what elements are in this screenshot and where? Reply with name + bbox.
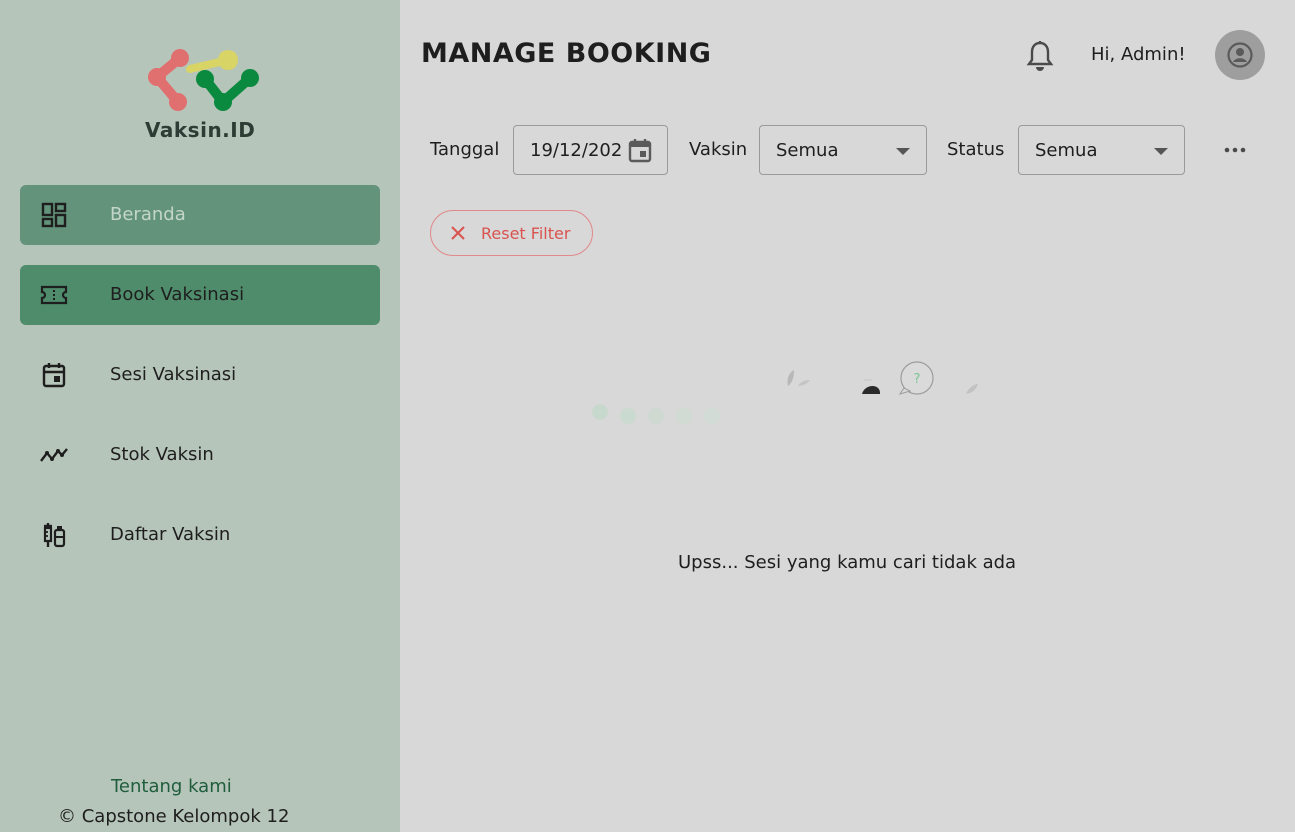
more-options-button[interactable] [1220,140,1250,160]
ticket-icon [40,285,68,305]
vaksin-id-logo[interactable]: Vaksin.ID [140,44,265,144]
dashboard-icon [41,202,67,228]
empty-state-illustration-icon: ? [787,361,978,395]
molecule-logo-icon [148,49,259,111]
reset-filter-button[interactable]: Reset Filter [430,210,593,256]
calendar-icon[interactable] [627,138,653,164]
about-us-link[interactable]: Tentang kami [111,776,232,797]
date-filter-label: Tanggal [430,139,500,160]
sidebar-item-sesi-vaksinasi[interactable]: Sesi Vaksinasi [20,345,380,405]
user-greeting: Hi, Admin! [1091,44,1186,65]
chevron-down-icon [1154,148,1168,155]
sidebar-item-label: Sesi Vaksinasi [110,364,237,385]
empty-state-message: Upss... Sesi yang kamu cari tidak ada [678,552,1017,573]
page-title: MANAGE BOOKING [421,38,712,69]
status-selected-value: Semua [1035,140,1098,161]
copyright-text: © Capstone Kelompok 12 [58,806,290,827]
sidebar-item-book-vaksinasi[interactable]: Book Vaksinasi [20,265,380,325]
account-circle-icon [1227,42,1253,68]
sidebar-item-stok-vaksin[interactable]: Stok Vaksin [20,425,380,485]
status-select[interactable]: Semua [1018,125,1185,175]
more-horizontal-icon [1224,147,1246,153]
vaccine-select[interactable]: Semua [759,125,927,175]
sidebar: Vaksin.ID Beranda Book Vaksinasi Sesi Va… [0,0,400,832]
bell-icon [1026,41,1054,71]
date-value: 19/12/2022 [530,140,622,161]
reset-filter-label: Reset Filter [481,224,571,243]
loading-dots-icon [592,404,720,424]
date-picker-field[interactable]: 19/12/2022 [513,125,668,175]
brand-name: Vaksin.ID [145,118,256,142]
close-icon [451,226,465,240]
calendar-event-icon [42,363,66,388]
chevron-down-icon [896,148,910,155]
sidebar-item-beranda[interactable]: Beranda [20,185,380,245]
vaccine-icon [43,523,66,548]
user-avatar[interactable] [1215,30,1265,80]
sidebar-item-label: Beranda [110,204,186,225]
sidebar-item-label: Daftar Vaksin [110,524,231,545]
vaccine-selected-value: Semua [776,140,839,161]
sidebar-item-label: Book Vaksinasi [110,284,245,305]
svg-text:?: ? [914,372,921,387]
notification-button[interactable] [1025,40,1055,72]
sidebar-item-label: Stok Vaksin [110,444,214,465]
sidebar-item-daftar-vaksin[interactable]: Daftar Vaksin [20,505,380,565]
status-filter-label: Status [947,139,1005,160]
vaccine-filter-label: Vaksin [689,139,748,160]
trend-line-icon [40,448,68,462]
